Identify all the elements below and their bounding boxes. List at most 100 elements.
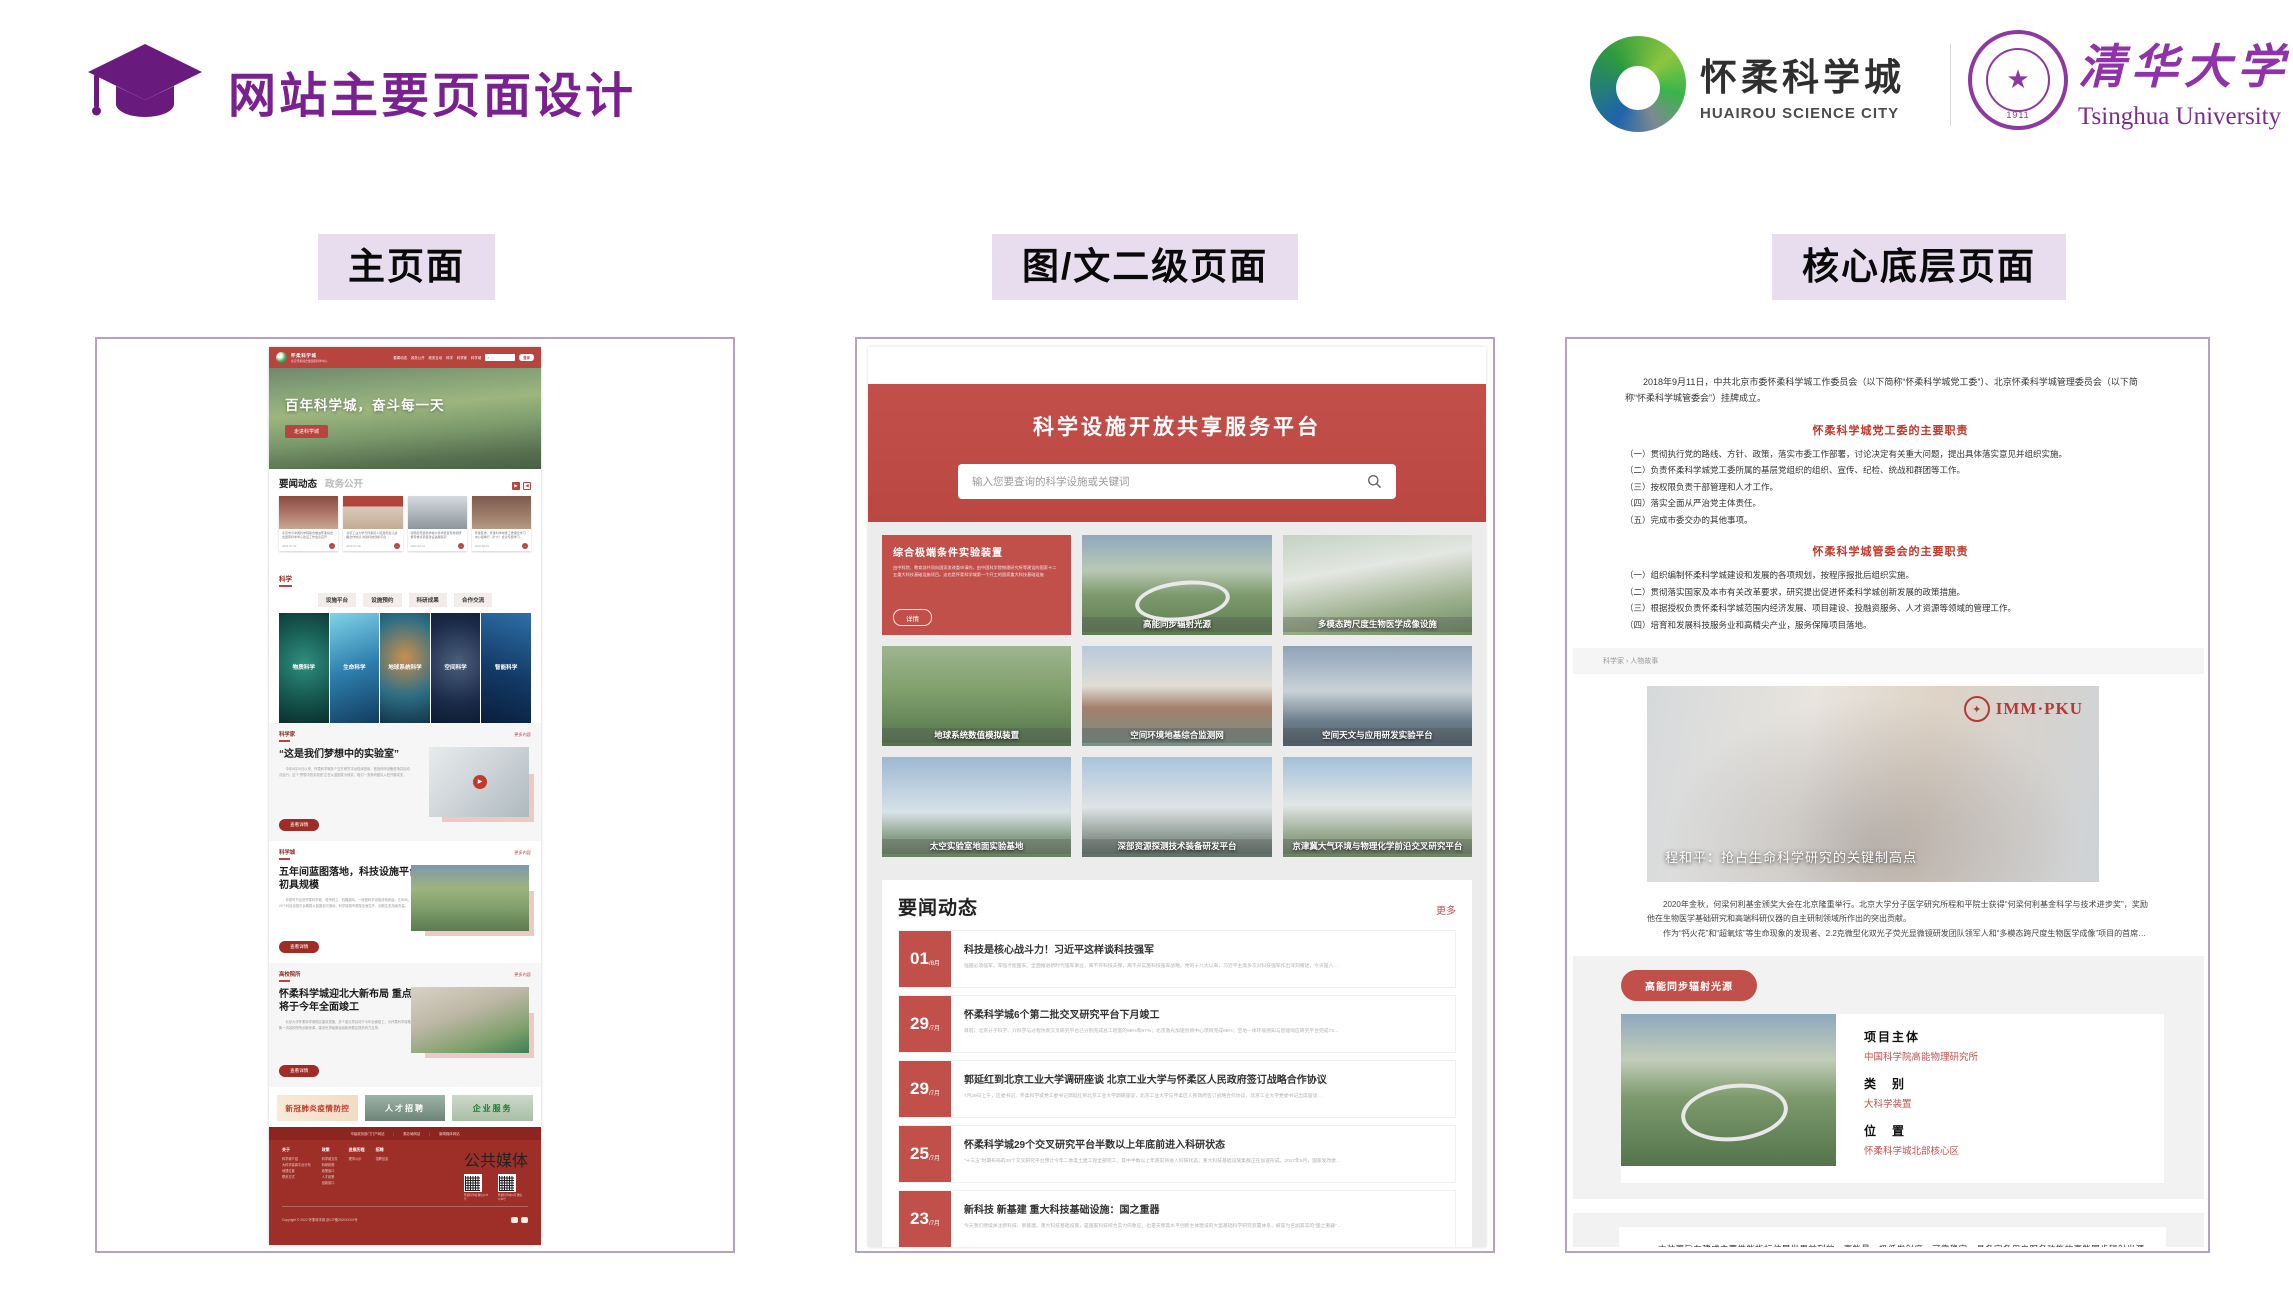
news-card[interactable]: 北京工业大学与怀柔区人民政府签订战略合作协议 共建科技创新平台 2022-07-… [343,496,402,551]
duty-item: （四）培育和发展科技服务业和高精尖产业，服务保障项目落地。 [1625,617,2156,634]
mockup-core-page: 2018年9月11日，中共北京市委怀柔科学城工作委员会（以下简称“怀柔科学城党工… [1573,345,2204,1247]
news-date-badge: 01/8月 [899,931,951,987]
breadcrumb[interactable]: 科学家 › 人物故事 [1573,648,2204,674]
news-card[interactable]: 北京市与中国科学院联合推进怀柔综合性国家科学中心建设工作会议召开 2022-07… [279,496,338,551]
graduation-cap-icon [86,38,204,130]
footer-item[interactable]: 招聘信息 [376,1156,389,1162]
nav-item[interactable]: 政务公开 [411,355,425,360]
facility-card[interactable]: 京津冀大气环境与物理化学前沿交叉研究平台 [1283,757,1472,857]
news-date: 2022-07-30 [282,544,296,548]
wechat-icon[interactable] [511,1217,518,1223]
tsinghua-logo-en: Tsinghua University [2078,103,2290,131]
scientist-group-photo: ✦ IMM·PKU 程和平：抢占生命科学研究的关键制高点 [1647,686,2099,882]
facility-card[interactable]: 空间环境地基综合监测网 [1082,646,1271,746]
hero-button[interactable]: 走进科学城 [285,425,328,438]
footer-item[interactable]: 联系方式 [282,1174,311,1180]
arrow-icon[interactable]: → [522,543,528,549]
more-link[interactable]: 更多内容 [514,850,531,856]
arrow-icon[interactable]: → [329,543,335,549]
site-topbar: 怀柔科学城 北京怀柔综合性国家科学中心 要闻动态 政务公开 政务互动 科学 科学… [269,347,541,368]
nav-item[interactable]: 政务互动 [429,355,443,360]
facility-card: 项目主体 中国科学院高能物理研究所 类 别 大科学装置 位 置 怀柔科学城北部核… [1621,1014,2164,1183]
arrow-icon[interactable]: → [394,543,400,549]
news-row[interactable]: 25/7月 怀柔科学城29个交叉研究平台半数以上年底前进入科研状态“十三五”时期… [898,1125,1456,1183]
more-link[interactable]: 更多内容 [514,732,531,738]
photo-caption: 程和平：抢占生命科学研究的关键制高点 [1665,847,1917,866]
category-value[interactable]: 大科学装置 [1864,1096,1978,1110]
news-row[interactable]: 01/8月 科技是核心战斗力！习近平这样谈科技强军强国必须强军，军强才能国安。全… [898,930,1456,988]
facility-card[interactable]: 太空实验室地面实验基地 [882,757,1071,857]
banner-covid[interactable]: 新冠肺炎疫情防控 [277,1095,358,1121]
field-earth-science[interactable]: 地球系统科学 [380,613,430,723]
duty-item: （三）根据授权负责怀柔科学城范围内经济发展、项目建设、投融资服务、人才资源等领域… [1625,600,2156,617]
copyright: Copyright © 2022 怀柔科学城 京ICP备2020XXXX号 [282,1217,358,1222]
section-tag: 高校院所 [279,970,301,982]
arrow-icon[interactable]: → [458,543,464,549]
detail-button[interactable]: 查看详情 [279,819,319,831]
nav-item[interactable]: 科学 [446,355,453,360]
footer-link[interactable]: 市级政务部门门户网站 [351,1131,385,1136]
tab-cooperation[interactable]: 合作交流 [454,593,492,607]
more-link[interactable]: 更多内容 [514,972,531,978]
news-row[interactable]: 29/7月 怀柔科学城6个第二批交叉研究平台下月竣工目前，北京分子科学、介科学与… [898,995,1456,1053]
tab-research-results[interactable]: 科研成果 [409,593,447,607]
banner-enterprise[interactable]: 企业服务 [452,1095,533,1121]
weibo-icon[interactable] [521,1217,528,1223]
facility-card[interactable]: 多模态跨尺度生物医学成像设施 [1283,535,1472,635]
footer-item[interactable]: 创新窗口 [322,1180,338,1186]
owner-value[interactable]: 中国科学院高能物理研究所 [1864,1049,1978,1063]
heps-paragraph: 本装置旨在建成主要性能指标位居世界前列的，高能量、极低发射度、可靠稳定、具备完备… [1641,1242,2144,1247]
tab-news[interactable]: 要闻动态 [279,476,317,490]
tab-gov-affairs[interactable]: 政务公开 [325,476,363,490]
facility-section: 高能同步辐射光源 项目主体 中国科学院高能物理研究所 类 别 大科学装置 位 置… [1573,956,2204,1199]
facility-card[interactable]: 空间天文与应用研发实验平台 [1283,646,1472,746]
location-value[interactable]: 怀柔科学城北部核心区 [1864,1143,1978,1157]
footer-item[interactable]: 理事公示 [349,1156,365,1162]
facility-search-box[interactable] [958,464,1396,499]
science-city-section: 科学城 更多内容 五年间蓝图落地，科技设施平台集群初具规模 仲夏时节走进怀柔科学… [269,841,541,963]
detail-button[interactable]: 查看详情 [279,941,319,953]
news-row[interactable]: 23/7月 新科技 新基建 重大科技基础设施：国之重器今天我们继续关注新科技、新… [898,1190,1456,1247]
duty-document: 2018年9月11日，中共北京市委怀柔科学城工作委员会（以下简称“怀柔科学城党工… [1573,345,2204,648]
nav-item[interactable]: 要闻动态 [393,355,407,360]
field-space-science[interactable]: 空间科学 [431,613,481,723]
facility-card[interactable]: 地球系统数值模拟装置 [882,646,1071,746]
news-row[interactable]: 29/7月 郭延红到北京工业大学调研座谈 北京工业大学与怀柔区人民政府签订战略合… [898,1060,1456,1118]
detail-button[interactable]: 详情 [893,609,932,626]
duty-item: （三）按权限负责干部管理和人才工作。 [1625,479,2156,496]
section-tag: 科学 [279,573,531,587]
banner-recruit[interactable]: 人才招聘 [365,1095,446,1121]
footer-link[interactable]: 新闻媒体网站 [439,1131,459,1136]
detail-button[interactable]: 查看详情 [279,1065,319,1077]
facility-search-input[interactable] [972,476,1367,488]
nav-item[interactable]: 科学城 [471,355,481,360]
news-date-badge: 29/7月 [899,1061,951,1117]
more-link[interactable]: 更多 [1436,902,1456,917]
carousel-next-icon[interactable]: ◀ [523,482,531,490]
qr-code-icon [498,1174,516,1192]
feature-headline[interactable]: “这是我们梦想中的实验室” [279,748,439,761]
tab-facility-booking[interactable]: 设施预约 [363,593,401,607]
field-material-science[interactable]: 物质科学 [279,613,329,723]
news-list-title: 要闻动态 [898,893,978,920]
search-icon[interactable] [1367,474,1382,489]
news-card[interactable]: 怀柔区委、怀柔科学城党工委理论学习中心组举行（扩大）会议专题学习 2022-08… [472,496,531,551]
site-search-box[interactable]: ⌕ [485,354,515,361]
news-card[interactable]: 领导赴怀柔科学城大科学装置现场调研督导重点项目建设进展情况 2022-08-13… [408,496,467,551]
video-thumbnail-play-icon[interactable] [429,747,529,817]
duty-item: （四）落实全面从严治党主体责任。 [1625,495,2156,512]
site-nav: 要闻动态 政务公开 政务互动 科学 科学家 科学城 [393,355,481,360]
huairou-logo-en: HUAIROU SCIENCE CITY [1700,105,1905,122]
login-button[interactable]: 登录 [519,354,534,361]
carousel-prev-icon[interactable]: ▶ [512,482,520,490]
facility-tag[interactable]: 高能同步辐射光源 [1621,970,1757,1001]
nav-item[interactable]: 科学家 [457,355,467,360]
facility-feature-card[interactable]: 综合极端条件实验装置 由中科院、教育部共同向国家发改委申请的，由中国科学院物理研… [882,535,1071,635]
facility-card[interactable]: 深部资源探测技术装备研发平台 [1082,757,1271,857]
imm-logo-text: IMM·PKU [1996,699,2083,719]
footer-link[interactable]: 委办局网站 [403,1131,420,1136]
field-life-science[interactable]: 生命科学 [330,613,380,723]
field-intelligent-science[interactable]: 智能科学 [481,613,531,723]
tab-facility-platform[interactable]: 设施平台 [318,593,356,607]
facility-card[interactable]: 高能同步辐射光源 [1082,535,1271,635]
